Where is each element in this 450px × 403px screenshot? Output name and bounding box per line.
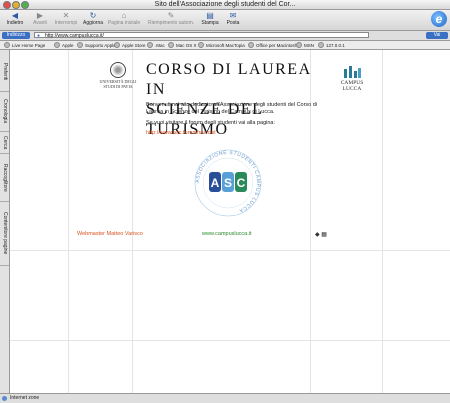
address-url: http://www.campuslucca.it/	[45, 33, 104, 39]
autofill-button-label: Riempimento autom.	[148, 20, 195, 26]
favorite-dotmac[interactable]: .Mac	[147, 42, 165, 49]
favorite-icon	[198, 42, 204, 48]
refresh-button[interactable]: ↻ Aggiorna	[82, 11, 104, 29]
address-bar: Indirizzo ● http://www.campuslucca.it/ V…	[0, 31, 450, 41]
refresh-button-label: Aggiorna	[82, 20, 103, 26]
background-grid-line	[382, 50, 383, 393]
autofill-button[interactable]: ✎ Riempimento autom.	[148, 11, 194, 29]
favorite-apple[interactable]: Apple	[54, 42, 74, 49]
favorite-icon	[77, 42, 83, 48]
print-icon: ▤	[206, 11, 214, 20]
counter-icon: ▦	[321, 232, 327, 238]
internet-zone-icon	[2, 396, 7, 401]
mail-button-label: Posta	[226, 20, 240, 26]
back-button[interactable]: ◀ Indietro	[4, 11, 26, 29]
mail-button[interactable]: ✉ Posta	[224, 11, 242, 29]
background-grid-line	[132, 50, 133, 393]
favorite-icon	[114, 42, 120, 48]
forum-prompt-text: Se vuoi visitare il forum degli studenti…	[146, 120, 276, 126]
status-text: Internet zone	[10, 395, 40, 401]
stop-icon: ✕	[62, 11, 70, 20]
home-button-label: Pagina iniziale	[107, 20, 141, 26]
favorite-live-home-page[interactable]: Live Home Page	[4, 42, 45, 49]
stop-button-label: Interrompi	[54, 20, 78, 26]
svg-text:A: A	[211, 176, 220, 190]
favorite-icon	[147, 42, 153, 48]
home-button[interactable]: ⌂ Pagina iniziale	[107, 11, 141, 29]
page-content: UNIVERSITÀ DEGLI STUDI DI PAVIA CORSO DI…	[10, 50, 450, 393]
tab-cronologia[interactable]: Cronologia	[0, 92, 9, 132]
mail-icon: ✉	[229, 11, 237, 20]
window-title: Sito dell'Associazione degli studenti de…	[154, 1, 296, 8]
favorites-bar: Live Home Page Apple Supporto Apple Appl…	[0, 41, 450, 50]
tab-raccoglitore[interactable]: Raccoglitore	[0, 154, 9, 202]
campus-lucca-logo-text: CAMPUS LUCCA	[340, 80, 364, 92]
favorite-office-per-macintosh[interactable]: Office per Macintosh	[248, 42, 297, 49]
forward-arrow-icon: ▶	[36, 11, 44, 20]
print-button[interactable]: ▤ Stampa	[200, 11, 220, 29]
sound-icon[interactable]: ◆	[315, 232, 320, 238]
favorite-microsoft-mactopia[interactable]: Microsoft MacTopia	[198, 42, 245, 49]
campus-lucca-towers-icon	[343, 66, 361, 78]
svg-text:S: S	[224, 176, 232, 190]
stop-button[interactable]: ✕ Interrompi	[54, 11, 78, 29]
page-title-line-1: CORSO DI LAUREA IN	[146, 61, 311, 98]
title-bar: Sito dell'Associazione degli studenti de…	[0, 0, 450, 10]
refresh-icon: ↻	[89, 11, 97, 20]
back-arrow-icon: ◀	[11, 11, 19, 20]
favorite-icon	[318, 42, 324, 48]
favorite-mac-os-x[interactable]: Mac OS X	[168, 42, 197, 49]
print-button-label: Stampa	[201, 20, 219, 26]
background-grid-line	[10, 250, 450, 251]
favorite-icon	[168, 42, 174, 48]
campus-lucca-logo: CAMPUS LUCCA	[332, 66, 372, 92]
go-button[interactable]: Vai	[426, 32, 448, 39]
favorite-localhost[interactable]: 127.0.0.1	[318, 42, 345, 49]
webmaster-credit: Webmaster Matteo Varisco	[77, 231, 143, 237]
background-grid-line	[68, 50, 69, 393]
favorite-icon	[248, 42, 254, 48]
svg-text:C: C	[237, 176, 246, 190]
home-icon: ⌂	[121, 11, 127, 20]
unipv-logo-text: UNIVERSITÀ DEGLI STUDI DI PAVIA	[99, 79, 137, 89]
page-footer-icons: ◆ ▦	[315, 231, 327, 238]
tab-cerca[interactable]: Cerca	[0, 132, 9, 154]
tab-preferiti[interactable]: Preferiti	[0, 52, 9, 92]
favorite-icon	[4, 42, 10, 48]
page-title: CORSO DI LAUREA IN SCIENZE DEL TURISMO	[146, 60, 336, 140]
tab-contenitore-pagine[interactable]: Contenitore pagine	[0, 202, 9, 266]
favorite-icon	[296, 42, 302, 48]
address-input[interactable]: ● http://www.campuslucca.it/	[34, 32, 369, 39]
favorite-msn[interactable]: MSN	[296, 42, 314, 49]
page-favicon-icon: ●	[37, 33, 41, 39]
autofill-icon: ✎	[167, 11, 175, 20]
internet-explorer-logo-icon: e	[431, 11, 447, 27]
address-label: Indirizzo	[2, 32, 30, 39]
welcome-text: Benvenuti nel sito dedicato all'Associaz…	[146, 102, 318, 115]
forward-button-label: Avanti	[33, 20, 47, 26]
favorite-supporto-apple[interactable]: Supporto Apple	[77, 42, 116, 49]
background-grid-line	[10, 340, 450, 341]
forward-button[interactable]: ▶ Avanti	[30, 11, 50, 29]
unipv-logo: UNIVERSITÀ DEGLI STUDI DI PAVIA	[98, 62, 138, 89]
website-link[interactable]: www.campuslucca.it	[202, 231, 252, 237]
favorite-icon	[54, 42, 60, 48]
explorer-bar-tabs: Preferiti Cronologia Cerca Raccoglitore …	[0, 50, 10, 393]
back-button-label: Indietro	[6, 20, 24, 26]
toolbar: ◀ Indietro ▶ Avanti ✕ Interrompi ↻ Aggio…	[0, 10, 450, 31]
unipv-seal-icon	[110, 62, 126, 78]
forum-link[interactable]: http://www.asc.forumfree.net	[146, 130, 216, 136]
asc-logo[interactable]: ASSOCIAZIONE STUDENTI CAMPUS LUCCA A S C	[192, 147, 264, 219]
favorite-apple-store[interactable]: Apple Store	[114, 42, 146, 49]
